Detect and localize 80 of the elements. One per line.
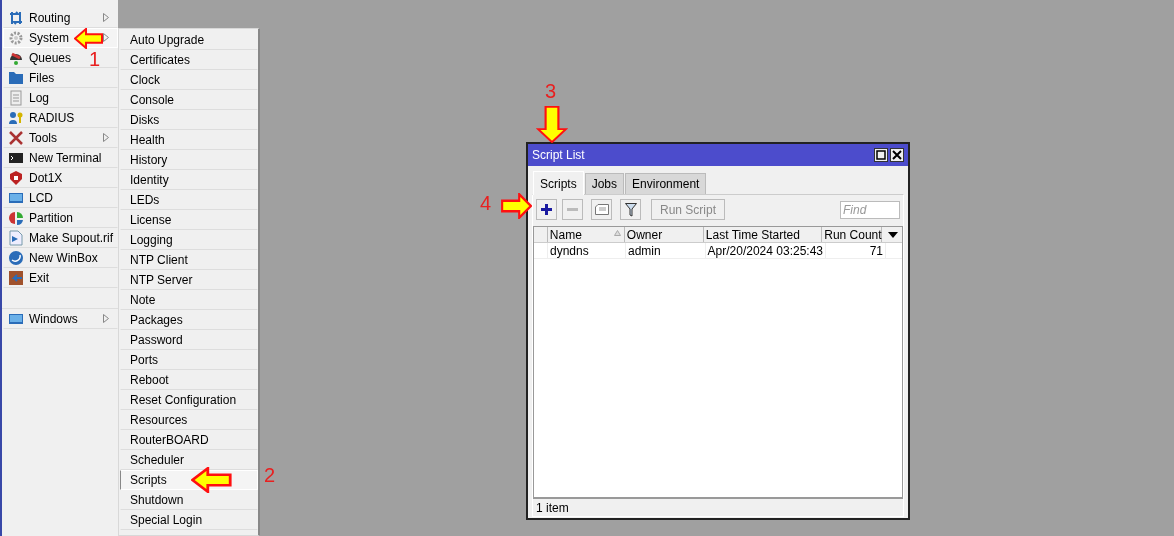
callout-arrow xyxy=(500,193,532,219)
table-cell: admin xyxy=(626,243,706,258)
table-cell: 71 xyxy=(826,243,886,258)
menu-item[interactable]: License xyxy=(120,210,258,230)
filter-icon xyxy=(624,202,637,217)
menu-item[interactable]: Reboot xyxy=(120,370,258,390)
menu-item[interactable]: Dot1X xyxy=(3,168,118,188)
menu-item[interactable]: NTP Client xyxy=(120,250,258,270)
menu-item[interactable]: NTP Server xyxy=(120,270,258,290)
menu-item[interactable]: RouterBOARD xyxy=(120,430,258,450)
table-cell: Apr/20/2024 03:25:43 xyxy=(706,243,826,258)
step-number: 2 xyxy=(264,464,276,486)
menu-item[interactable]: New Terminal xyxy=(3,148,118,168)
dome-icon xyxy=(8,50,24,66)
menu-item[interactable]: LCD xyxy=(3,188,118,208)
filter-button[interactable] xyxy=(620,199,641,220)
comment-button[interactable] xyxy=(591,199,612,220)
menu-item[interactable]: Auto Upgrade xyxy=(120,30,258,50)
callout-arrow xyxy=(191,467,233,493)
column-header[interactable]: Run Count xyxy=(822,227,883,242)
comment-icon xyxy=(594,204,609,215)
step-number: 4 xyxy=(480,192,492,214)
shield-icon xyxy=(8,170,24,186)
terminal-icon xyxy=(8,150,24,166)
folder-icon xyxy=(8,70,24,86)
menu-item[interactable]: Identity xyxy=(120,170,258,190)
file-arrow-icon xyxy=(8,230,24,246)
gear-icon xyxy=(8,30,24,46)
menu-item[interactable]: Logging xyxy=(120,230,258,250)
column-header[interactable]: Owner xyxy=(624,227,704,242)
window-title: Script List xyxy=(532,148,585,162)
plus-icon xyxy=(540,203,553,216)
menu-item[interactable]: Reset Configuration xyxy=(120,390,258,410)
menu-item[interactable]: Files xyxy=(3,68,118,88)
tab[interactable]: Environment xyxy=(625,173,707,194)
menu-item[interactable]: Log xyxy=(3,88,118,108)
document-icon xyxy=(8,90,24,106)
find-field[interactable]: Find xyxy=(840,200,900,219)
add-button[interactable] xyxy=(536,199,557,220)
menu-item[interactable]: Windows xyxy=(3,309,118,329)
column-header[interactable]: Last Time Started xyxy=(703,227,823,242)
menu-item[interactable]: LEDs xyxy=(120,190,258,210)
menu-item[interactable]: Tools xyxy=(3,128,118,148)
menu-item[interactable]: Clock xyxy=(120,70,258,90)
menu-item[interactable]: Certificates xyxy=(120,50,258,70)
menu-item[interactable]: Ports xyxy=(120,350,258,370)
menu-item[interactable]: Note xyxy=(120,290,258,310)
user-key-icon xyxy=(8,110,24,126)
step-number: 3 xyxy=(545,80,557,102)
dropdown-arrow-icon xyxy=(888,231,899,238)
monitor-icon xyxy=(8,190,24,206)
menu-item[interactable]: History xyxy=(120,150,258,170)
close-button[interactable] xyxy=(890,148,904,162)
column-header[interactable]: Name xyxy=(547,227,625,242)
menu-item[interactable]: Health xyxy=(120,130,258,150)
menu-item[interactable]: Disks xyxy=(120,110,258,130)
menu-item[interactable]: RADIUS xyxy=(3,108,118,128)
menu-item[interactable]: Partition xyxy=(3,208,118,228)
monitor-icon xyxy=(8,311,24,327)
menu-item[interactable]: Exit xyxy=(3,268,118,288)
callout-arrow xyxy=(74,28,104,49)
step-number: 1 xyxy=(89,48,101,70)
menu-item[interactable]: Special Login xyxy=(120,510,258,530)
maximize-button[interactable] xyxy=(874,148,888,162)
menu-item[interactable]: Make Supout.rif xyxy=(3,228,118,248)
menu-item[interactable]: Password xyxy=(120,330,258,350)
maximize-icon xyxy=(876,150,886,160)
status-text: 1 item xyxy=(536,500,569,515)
tab[interactable]: Jobs xyxy=(584,173,625,194)
table-cell: dyndns xyxy=(548,243,626,258)
menu-item[interactable]: New WinBox xyxy=(3,248,118,268)
close-icon xyxy=(892,150,902,160)
pie-icon xyxy=(8,210,24,226)
callout-arrow xyxy=(536,106,568,143)
globe-icon xyxy=(8,250,24,266)
menu-item[interactable]: Console xyxy=(120,90,258,110)
menu-item[interactable]: Resources xyxy=(120,410,258,430)
exit-icon xyxy=(8,270,24,286)
tab[interactable]: Scripts xyxy=(533,171,584,195)
menu-item[interactable]: Packages xyxy=(120,310,258,330)
